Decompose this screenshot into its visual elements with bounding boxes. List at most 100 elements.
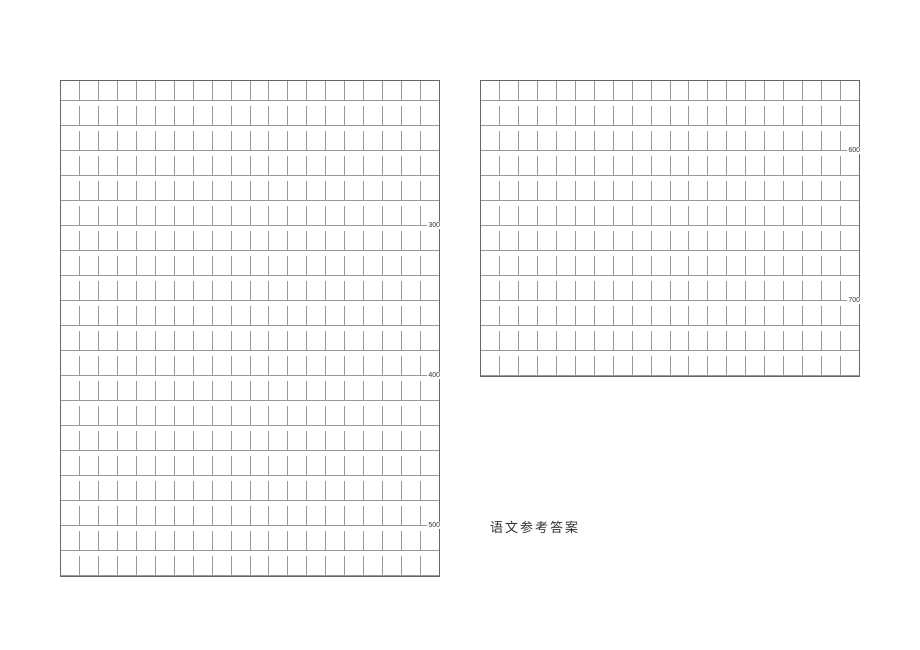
grid-cell: [765, 356, 784, 376]
grid-cell: [288, 481, 307, 501]
grid-cell: [708, 281, 727, 301]
grid-cell: [251, 481, 270, 501]
grid-cell: [803, 131, 822, 151]
grid-cell: [307, 281, 326, 301]
grid-cell: [633, 106, 652, 126]
grid-cell: [784, 156, 803, 176]
grid-cell: [708, 156, 727, 176]
grid-cell: [383, 281, 402, 301]
grid-cell: [307, 556, 326, 576]
grid-cell: [99, 531, 118, 551]
grid-cell: [118, 456, 137, 476]
grid-cell: [576, 306, 595, 326]
grid-cell: [80, 181, 99, 201]
grid-cell: [288, 206, 307, 226]
grid-cell: [118, 281, 137, 301]
grid-cell: [269, 431, 288, 451]
grid-cell: [99, 281, 118, 301]
grid-cell: [345, 206, 364, 226]
grid-cell: [326, 356, 345, 376]
grid-cell: [137, 81, 156, 101]
grid-row: [61, 481, 439, 501]
grid-row: [481, 231, 859, 251]
grid-cell: [118, 156, 137, 176]
grid-cell: [765, 231, 784, 251]
grid-cell: [251, 156, 270, 176]
grid-cell: [269, 281, 288, 301]
grid-cell: [822, 106, 841, 126]
grid-cell: [269, 331, 288, 351]
grid-cell: [841, 306, 859, 326]
grid-cell: [194, 506, 213, 526]
grid-cell: [99, 406, 118, 426]
grid-cell: [288, 331, 307, 351]
grid-cell: [232, 256, 251, 276]
grid-cell: [364, 531, 383, 551]
grid-cell: [633, 281, 652, 301]
grid-cell: [500, 156, 519, 176]
grid-cell: [519, 156, 538, 176]
grid-cell: [118, 206, 137, 226]
grid-cell: [557, 306, 576, 326]
grid-cell: [326, 556, 345, 576]
grid-cell: [137, 156, 156, 176]
grid-cell: [364, 206, 383, 226]
grid-cell: [383, 156, 402, 176]
grid-cell: [383, 256, 402, 276]
grid-cell: [671, 356, 690, 376]
grid-row: [61, 81, 439, 101]
grid-cell: [118, 431, 137, 451]
grid-cell: [576, 256, 595, 276]
grid-cell: [614, 331, 633, 351]
grid-row: 300: [61, 231, 439, 251]
grid-cell: [213, 431, 232, 451]
grid-cell: [137, 106, 156, 126]
grid-cell: [557, 156, 576, 176]
grid-cell: [784, 206, 803, 226]
grid-cell: [80, 281, 99, 301]
grid-cell: [481, 281, 500, 301]
grid-cell: [269, 356, 288, 376]
grid-cell: [364, 331, 383, 351]
grid-cell: [538, 81, 557, 101]
grid-cell: [481, 356, 500, 376]
grid-cell: [364, 281, 383, 301]
grid-cell: [345, 456, 364, 476]
grid-row: [481, 331, 859, 351]
grid-cell: [421, 406, 439, 426]
grid-cell: [137, 181, 156, 201]
grid-cell: [841, 206, 859, 226]
grid-cell: [652, 256, 671, 276]
grid-cell: [519, 181, 538, 201]
grid-cell: [538, 231, 557, 251]
grid-cell: [557, 331, 576, 351]
grid-cell: [80, 456, 99, 476]
grid-cell: [727, 281, 746, 301]
grid-cell: [595, 231, 614, 251]
grid-cell: [784, 256, 803, 276]
row-count-label: 400: [427, 372, 441, 379]
grid-cell: [137, 406, 156, 426]
grid-cell: [61, 156, 80, 176]
grid-cell: [784, 181, 803, 201]
left-grid-block: 300400500: [60, 80, 440, 577]
grid-cell: [765, 331, 784, 351]
grid-cell: [251, 106, 270, 126]
grid-cell: [689, 206, 708, 226]
grid-cell: [61, 456, 80, 476]
grid-row: [61, 431, 439, 451]
grid-cell: [194, 331, 213, 351]
grid-cell: [326, 481, 345, 501]
grid-cell: [652, 331, 671, 351]
grid-cell: [194, 106, 213, 126]
grid-cell: [538, 181, 557, 201]
grid-row: [61, 556, 439, 576]
grid-cell: [727, 231, 746, 251]
grid-cell: [557, 356, 576, 376]
grid-cell: [175, 331, 194, 351]
grid-cell: [80, 531, 99, 551]
grid-cell: [194, 256, 213, 276]
grid-cell: [232, 106, 251, 126]
grid-cell: [194, 231, 213, 251]
grid-cell: [784, 356, 803, 376]
